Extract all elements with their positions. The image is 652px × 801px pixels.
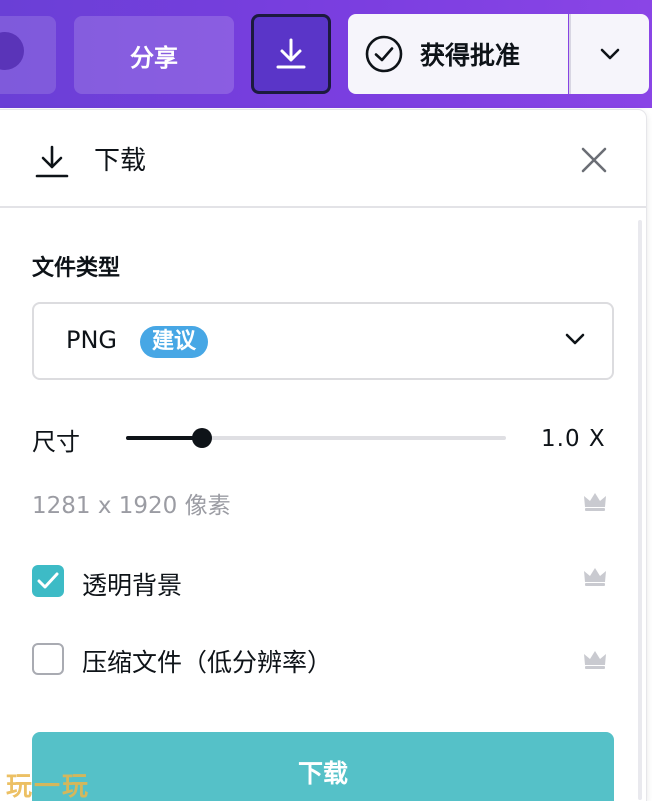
crown-icon [584, 568, 606, 586]
recommended-badge: 建议 [140, 326, 209, 358]
download-icon [35, 145, 69, 178]
file-type-value: PNG [66, 326, 118, 354]
compress-file-label: 压缩文件（低分辨率） [82, 648, 333, 677]
get-approval-label: 获得批准 [420, 41, 521, 70]
panel-scrollbar[interactable] [638, 220, 642, 800]
chevron-down-icon [565, 333, 585, 345]
top-toolbar: 分享 获得批准 [0, 0, 652, 108]
transparent-background-checkbox[interactable] [32, 565, 64, 597]
close-icon [581, 147, 607, 173]
share-button-label: 分享 [130, 43, 178, 72]
size-value: 1.0 X [541, 426, 606, 452]
chevron-down-icon [600, 48, 620, 60]
compress-file-checkbox[interactable] [32, 643, 64, 675]
size-label: 尺寸 [32, 428, 80, 456]
close-button[interactable] [574, 140, 614, 180]
panel-header: 下载 [0, 110, 646, 208]
file-type-select[interactable]: PNG 建议 [32, 302, 614, 380]
pixel-dimensions: 1281 x 1920 像素 [32, 493, 231, 519]
watermark-text: 玩一玩 [6, 772, 91, 801]
transparent-background-label: 透明背景 [82, 571, 183, 600]
panel-title: 下载 [94, 146, 147, 176]
download-toolbar-button[interactable] [251, 14, 331, 94]
download-button-label: 下载 [297, 759, 348, 788]
crown-icon [584, 493, 606, 511]
download-panel: 下载 文件类型 PNG 建议 尺寸 1.0 X 1281 x 1920 像素 透… [0, 110, 646, 801]
file-type-label: 文件类型 [32, 256, 121, 281]
get-approval-button[interactable]: 获得批准 [348, 14, 568, 94]
approval-dropdown-button[interactable] [569, 14, 649, 94]
share-button[interactable]: 分享 [74, 16, 234, 94]
check-circle-icon [365, 35, 403, 73]
download-button[interactable]: 下载 [32, 732, 614, 801]
slider-fill [126, 436, 202, 440]
checkmark-icon [37, 572, 59, 589]
size-slider[interactable] [126, 426, 506, 450]
download-icon [276, 38, 306, 69]
slider-thumb[interactable] [192, 428, 212, 448]
crown-icon [584, 651, 606, 669]
